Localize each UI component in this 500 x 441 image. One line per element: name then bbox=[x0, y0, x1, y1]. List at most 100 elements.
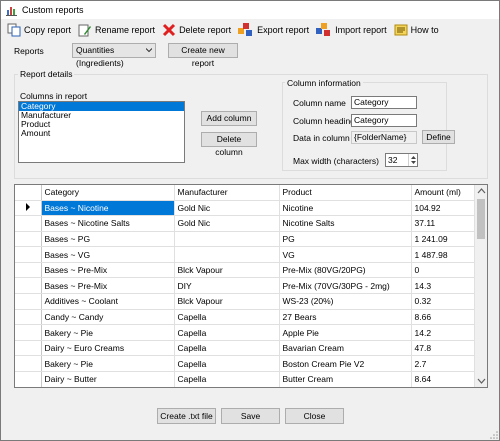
table-row[interactable]: Bases ~ Pre-Mix Blck Vapour Pre-Mix (80VG/… bbox=[15, 262, 476, 279]
table-row[interactable]: Bases ~ VG VG 1 487.98 bbox=[15, 246, 476, 263]
delete-column-button[interactable]: Delete column bbox=[201, 132, 257, 157]
cell-product[interactable]: Bavarian Cream bbox=[279, 340, 412, 357]
resize-grip-icon[interactable] bbox=[489, 430, 499, 440]
cell-product[interactable]: Nicotine bbox=[279, 200, 412, 217]
cell-manufacturer[interactable]: Capella bbox=[174, 355, 280, 373]
row-header[interactable] bbox=[15, 340, 42, 357]
scrollbar-thumb[interactable] bbox=[477, 199, 485, 239]
column-header-category[interactable]: Category bbox=[41, 185, 175, 201]
column-heading-input[interactable]: Category bbox=[351, 114, 417, 127]
cell-product[interactable]: 27 Bears bbox=[279, 309, 412, 326]
table-row[interactable]: Candy ~ Candy Capella 27 Bears 8.66 bbox=[15, 309, 476, 326]
cell-product[interactable]: Boston Cream Pie V2 bbox=[279, 355, 412, 373]
table-row[interactable]: Dairy ~ Butter Capella Butter Cream 8.64 bbox=[15, 371, 476, 387]
row-header[interactable] bbox=[15, 277, 42, 295]
how-to-button[interactable]: How to bbox=[394, 21, 439, 39]
row-header[interactable] bbox=[15, 371, 42, 387]
cell-manufacturer[interactable]: Capella bbox=[174, 371, 280, 387]
table-row[interactable]: Additives ~ Coolant Blck Vapour WS-23 (20%… bbox=[15, 293, 476, 310]
cell-category[interactable]: Bases ~ Nicotine bbox=[41, 200, 175, 217]
vertical-scrollbar[interactable] bbox=[474, 185, 487, 387]
column-header-amount[interactable]: Amount (ml) bbox=[411, 185, 476, 201]
column-name-input[interactable]: Category bbox=[351, 96, 417, 109]
list-item[interactable]: Amount bbox=[19, 129, 184, 138]
cell-amount[interactable]: 104.92 bbox=[411, 200, 476, 217]
cell-manufacturer[interactable]: Capella bbox=[174, 340, 280, 357]
stepper-arrows[interactable] bbox=[408, 154, 417, 166]
cell-manufacturer[interactable] bbox=[174, 246, 280, 263]
cell-category[interactable]: Bakery ~ Pie bbox=[41, 324, 175, 341]
cell-category[interactable]: Bases ~ Pre-Mix bbox=[41, 277, 175, 295]
cell-amount[interactable]: 0 bbox=[411, 262, 476, 279]
define-button[interactable]: Define bbox=[422, 130, 455, 144]
cell-amount[interactable]: 1 487.98 bbox=[411, 246, 476, 263]
cell-amount[interactable]: 37.11 bbox=[411, 215, 476, 232]
cell-amount[interactable]: 2.7 bbox=[411, 355, 476, 373]
cell-product[interactable]: Pre-Mix (80VG/20PG) bbox=[279, 262, 412, 279]
save-button[interactable]: Save bbox=[221, 408, 280, 424]
column-header-product[interactable]: Product bbox=[279, 185, 412, 201]
max-width-stepper[interactable]: 32 bbox=[385, 153, 418, 167]
table-row[interactable]: Bakery ~ Pie Capella Apple Pie 14.2 bbox=[15, 324, 476, 341]
cell-amount[interactable]: 0.32 bbox=[411, 293, 476, 310]
cell-product[interactable]: VG bbox=[279, 246, 412, 263]
create-new-report-button[interactable]: Create new report bbox=[168, 43, 238, 68]
cell-product[interactable]: Cake Batter bbox=[279, 387, 411, 388]
column-header-manufacturer[interactable]: Manufacturer bbox=[174, 185, 280, 201]
columns-listbox[interactable]: Category Manufacturer Product Amount bbox=[18, 101, 185, 163]
cell-amount[interactable]: 8.64 bbox=[411, 371, 476, 387]
cell-manufacturer[interactable]: Blck Vapour bbox=[174, 262, 280, 279]
cell-manufacturer[interactable]: Blck Vapour bbox=[174, 293, 280, 310]
copy-report-button[interactable]: Copy report bbox=[7, 21, 71, 39]
row-header[interactable] bbox=[15, 324, 42, 341]
table-row[interactable]: Dairy ~ Euro Creams Capella Bavarian Cream… bbox=[15, 340, 476, 357]
scroll-up-icon[interactable] bbox=[475, 185, 488, 197]
cell-category[interactable]: Dairy ~ Euro Creams bbox=[41, 340, 175, 357]
table-row[interactable]: Bases ~ Nicotine Gold Nic Nicotine 104.92 bbox=[15, 200, 476, 217]
cell-category[interactable]: Bakery ~ Cake bbox=[41, 387, 174, 388]
delete-report-button[interactable]: Delete report bbox=[162, 21, 231, 39]
cell-manufacturer[interactable]: Capella bbox=[174, 387, 279, 388]
row-header[interactable] bbox=[15, 355, 42, 373]
cell-amount[interactable]: 47.8 bbox=[411, 340, 476, 357]
cell-manufacturer[interactable]: Capella bbox=[174, 309, 280, 326]
row-header[interactable] bbox=[15, 387, 41, 388]
table-row[interactable]: Bases ~ PG PG 1 241.09 bbox=[15, 231, 476, 248]
stepper-down-icon[interactable] bbox=[411, 161, 416, 164]
cell-amount[interactable]: 8.8 bbox=[411, 387, 475, 388]
table-row[interactable]: Bases ~ Nicotine Salts Gold Nic Nicotine S… bbox=[15, 215, 476, 232]
cell-product[interactable]: PG bbox=[279, 231, 412, 248]
row-header-current[interactable] bbox=[15, 200, 42, 217]
create-txt-file-button[interactable]: Create .txt file bbox=[157, 408, 216, 424]
cell-manufacturer[interactable]: Capella bbox=[174, 324, 280, 341]
cell-category[interactable]: Bases ~ Nicotine Salts bbox=[41, 215, 175, 232]
stepper-up-icon[interactable] bbox=[411, 156, 416, 159]
cell-product[interactable]: Butter Cream bbox=[279, 371, 412, 387]
cell-category[interactable]: Dairy ~ Butter bbox=[41, 371, 175, 387]
cell-product[interactable]: Nicotine Salts bbox=[279, 215, 412, 232]
cell-category[interactable]: Bases ~ VG bbox=[41, 246, 175, 263]
row-header[interactable] bbox=[15, 262, 42, 279]
cell-category[interactable]: Bases ~ PG bbox=[41, 231, 175, 248]
cell-category[interactable]: Bakery ~ Pie bbox=[41, 355, 175, 373]
table-row[interactable]: Bases ~ Pre-Mix DIY Pre-Mix (70VG/30PG - 2… bbox=[15, 277, 476, 295]
cell-product[interactable]: Pre-Mix (70VG/30PG - 2mg) bbox=[279, 277, 412, 295]
rename-report-button[interactable]: Rename report bbox=[78, 21, 155, 39]
cell-amount[interactable]: 14.2 bbox=[411, 324, 476, 341]
add-column-button[interactable]: Add column bbox=[201, 111, 257, 126]
close-button[interactable]: Close bbox=[285, 408, 344, 424]
cell-category[interactable]: Additives ~ Coolant bbox=[41, 293, 175, 310]
cell-manufacturer[interactable]: Gold Nic bbox=[174, 215, 280, 232]
cell-manufacturer[interactable]: Gold Nic bbox=[174, 200, 280, 217]
cell-category[interactable]: Bases ~ Pre-Mix bbox=[41, 262, 175, 279]
export-report-button[interactable]: Export report bbox=[238, 21, 309, 39]
cell-amount[interactable]: 14.3 bbox=[411, 277, 476, 295]
cell-product[interactable]: Apple Pie bbox=[279, 324, 412, 341]
cell-manufacturer[interactable] bbox=[174, 231, 280, 248]
cell-category[interactable]: Candy ~ Candy bbox=[41, 309, 175, 326]
table-row[interactable]: Bakery ~ Pie Capella Boston Cream Pie V2 2.… bbox=[15, 355, 476, 373]
cell-amount[interactable]: 1 241.09 bbox=[411, 231, 476, 248]
report-grid[interactable]: Category Manufacturer Product Amount (ml… bbox=[14, 184, 488, 388]
row-header[interactable] bbox=[15, 293, 42, 310]
cell-manufacturer[interactable]: DIY bbox=[174, 277, 280, 295]
